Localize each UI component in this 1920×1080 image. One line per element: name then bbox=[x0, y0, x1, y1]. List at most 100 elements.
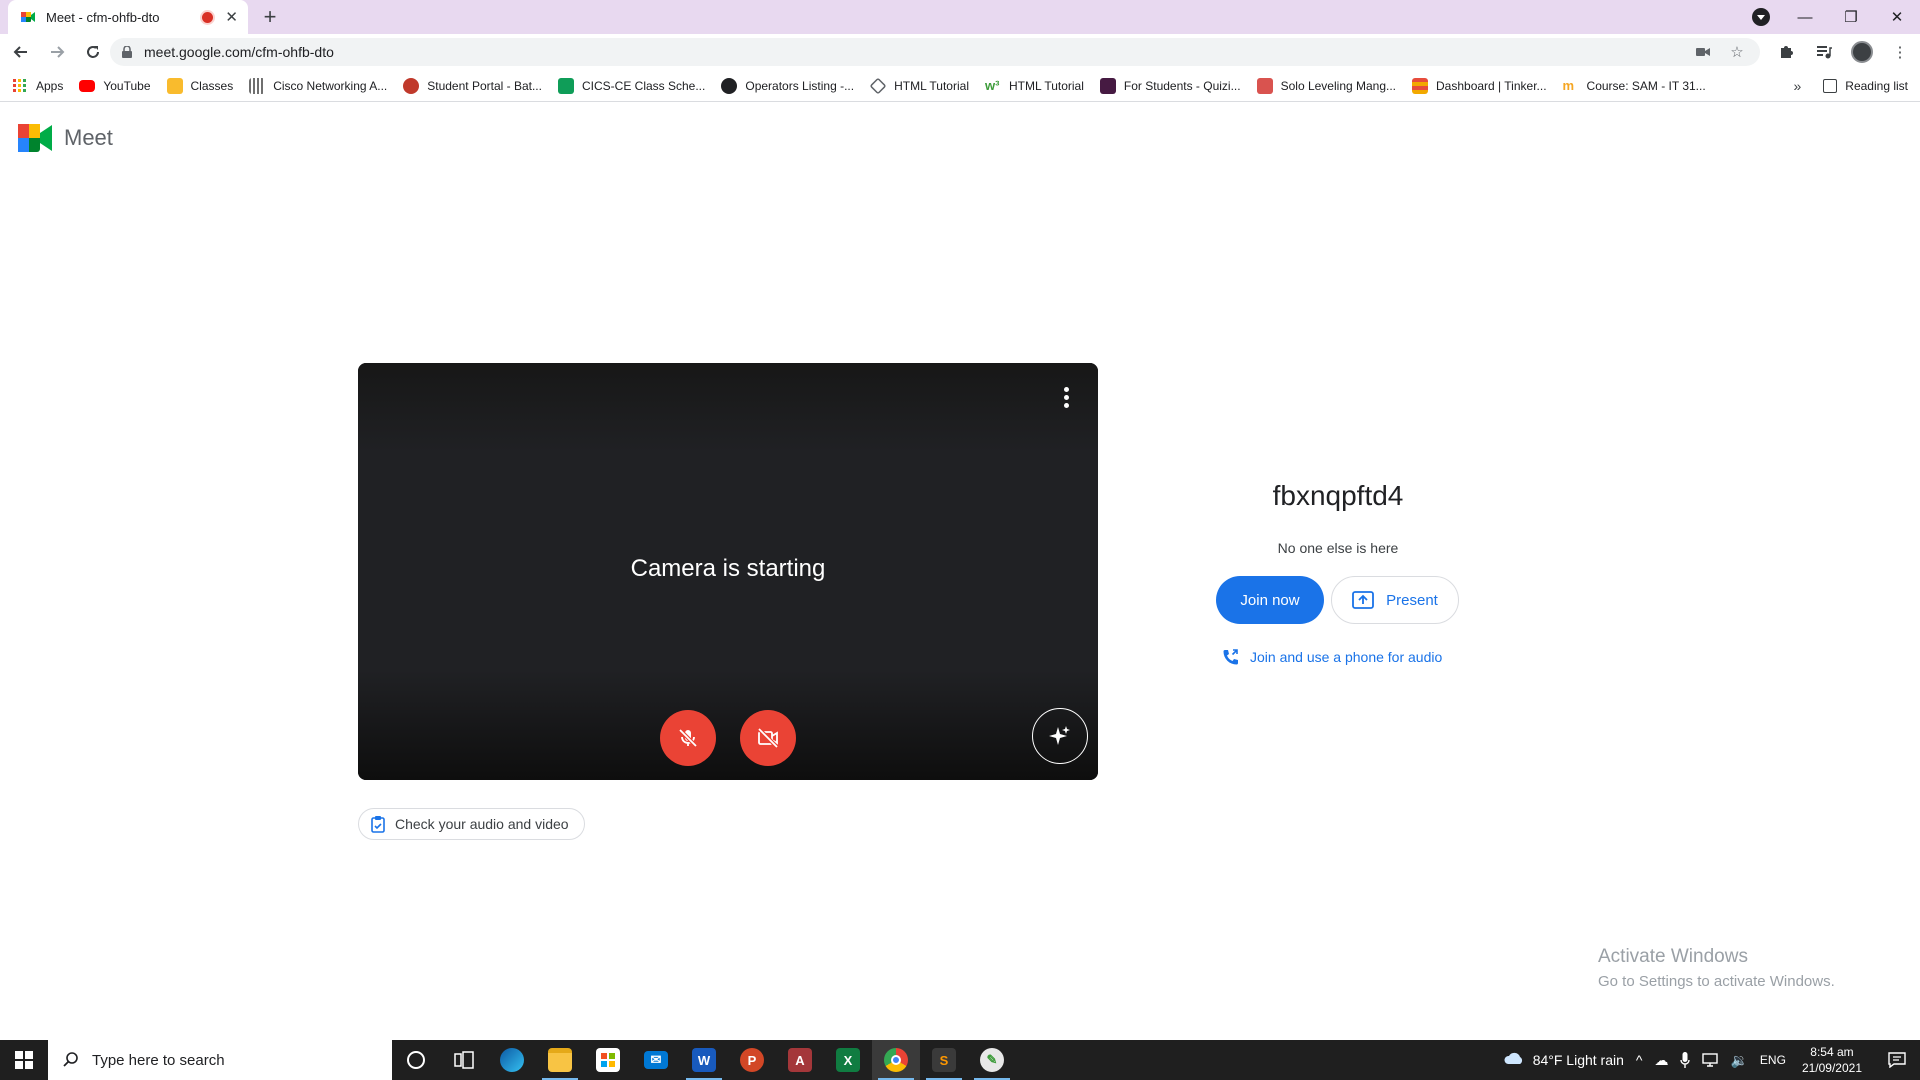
microphone-toggle-button[interactable] bbox=[660, 710, 716, 766]
bookmark-solo-leveling[interactable]: Solo Leveling Mang... bbox=[1256, 77, 1397, 94]
cortana-circle-icon bbox=[407, 1051, 425, 1069]
check-audio-video-button[interactable]: Check your audio and video bbox=[358, 808, 585, 840]
bookmark-star-icon[interactable]: ☆ bbox=[1726, 41, 1748, 63]
network-icon[interactable] bbox=[1702, 1053, 1719, 1067]
camera-toggle-button[interactable] bbox=[740, 710, 796, 766]
input-language[interactable]: ENG bbox=[1760, 1053, 1786, 1067]
bookmark-label: Apps bbox=[36, 78, 64, 93]
tab-close-icon[interactable]: ✕ bbox=[225, 8, 238, 26]
taskbar-edge[interactable] bbox=[488, 1040, 536, 1080]
present-screen-icon bbox=[1352, 591, 1375, 609]
volume-icon[interactable]: 🔉 bbox=[1730, 1052, 1747, 1069]
bookmark-quizizz[interactable]: For Students - Quizi... bbox=[1099, 77, 1241, 94]
bookmark-label: HTML Tutorial bbox=[1008, 78, 1084, 93]
show-hidden-icons-chevron-icon[interactable]: ^ bbox=[1636, 1052, 1643, 1068]
clock-date: 21/09/2021 bbox=[1801, 1061, 1862, 1075]
taskbar-sublime[interactable]: S bbox=[920, 1040, 968, 1080]
bookmark-apps[interactable]: Apps bbox=[12, 78, 63, 94]
close-window-button[interactable]: ✕ bbox=[1874, 8, 1920, 26]
cortana-button[interactable] bbox=[392, 1040, 440, 1080]
restore-button[interactable]: ❐ bbox=[1828, 8, 1874, 26]
taskbar-paint[interactable]: ✎ bbox=[968, 1040, 1016, 1080]
taskbar-file-explorer[interactable] bbox=[536, 1040, 584, 1080]
bookmark-cisco[interactable]: Cisco Networking A... bbox=[249, 77, 388, 94]
forward-button[interactable] bbox=[42, 37, 72, 67]
bookmark-label: Solo Leveling Mang... bbox=[1280, 78, 1397, 93]
phone-forward-icon bbox=[1223, 649, 1238, 665]
browser-tab[interactable]: Meet - cfm-ohfb-dto ✕ bbox=[8, 0, 248, 34]
action-center-button[interactable] bbox=[1874, 1040, 1920, 1080]
profile-avatar[interactable] bbox=[1850, 40, 1874, 64]
bookmark-label: Cisco Networking A... bbox=[273, 78, 388, 93]
taskbar-chrome[interactable] bbox=[872, 1040, 920, 1080]
visual-effects-button[interactable] bbox=[1032, 708, 1088, 764]
taskbar-store[interactable] bbox=[584, 1040, 632, 1080]
new-tab-button[interactable]: + bbox=[258, 5, 282, 29]
task-view-button[interactable] bbox=[440, 1040, 488, 1080]
bookmark-label: CICS-CE Class Sche... bbox=[581, 78, 706, 93]
present-button[interactable]: Present bbox=[1331, 576, 1459, 624]
taskbar-powerpoint[interactable]: P bbox=[728, 1040, 776, 1080]
bookmark-html-tutorial-2[interactable]: w³ HTML Tutorial bbox=[985, 78, 1084, 94]
taskbar-clock[interactable]: 8:54 am 21/09/2021 bbox=[1802, 1044, 1862, 1076]
google-sheets-icon bbox=[557, 77, 574, 94]
reading-list-button[interactable]: Reading list bbox=[1845, 79, 1908, 93]
taskbar-mail[interactable]: ✉ bbox=[632, 1040, 680, 1080]
chrome-menu-icon[interactable]: ⋮ bbox=[1888, 40, 1912, 64]
taskbar-search-box[interactable]: Type here to search bbox=[48, 1040, 392, 1080]
bookmark-tinkercad[interactable]: Dashboard | Tinker... bbox=[1412, 77, 1547, 94]
bookmark-cics-schedule[interactable]: CICS-CE Class Sche... bbox=[557, 77, 706, 94]
bookmark-classes[interactable]: Classes bbox=[166, 77, 234, 94]
reload-button[interactable] bbox=[78, 37, 108, 67]
bookmark-operators[interactable]: Operators Listing -... bbox=[721, 77, 855, 94]
tab-search-button[interactable] bbox=[1752, 8, 1770, 26]
windows-logo-icon bbox=[15, 1051, 33, 1069]
bookmark-label: Classes bbox=[190, 78, 234, 93]
paint-palette-icon: ✎ bbox=[980, 1048, 1004, 1072]
mail-envelope-icon: ✉ bbox=[644, 1051, 668, 1069]
university-seal-icon bbox=[403, 77, 420, 94]
more-options-icon[interactable] bbox=[1054, 385, 1078, 409]
bookmark-html-tutorial-1[interactable]: HTML Tutorial bbox=[869, 77, 969, 94]
extensions-puzzle-icon[interactable] bbox=[1774, 40, 1798, 64]
join-with-phone-link[interactable]: Join and use a phone for audio bbox=[1222, 648, 1442, 666]
meeting-name: fbxnqpftd4 bbox=[1272, 480, 1404, 511]
onedrive-icon[interactable]: ☁ bbox=[1654, 1052, 1668, 1069]
preview-bottom-shade bbox=[358, 670, 1098, 780]
bookmark-label: Operators Listing -... bbox=[745, 78, 855, 93]
window-controls: — ❐ ✕ bbox=[1782, 0, 1920, 34]
system-tray: 84°F Light rain ^ ☁ 🔉 ENG 8:54 am 21/09/… bbox=[1503, 1040, 1920, 1080]
bookmark-label: HTML Tutorial bbox=[894, 78, 969, 93]
reading-list-icon bbox=[1823, 79, 1838, 93]
camera-in-use-icon[interactable] bbox=[1692, 41, 1714, 63]
bookmark-label: Course: SAM - IT 31... bbox=[1586, 78, 1706, 93]
moodle-icon: m bbox=[1562, 77, 1575, 93]
more-bookmarks-chevron-icon[interactable]: » bbox=[1794, 78, 1802, 94]
bookmark-youtube[interactable]: YouTube bbox=[79, 79, 151, 93]
w3schools-icon: w³ bbox=[984, 77, 1000, 93]
taskbar-excel[interactable]: X bbox=[824, 1040, 872, 1080]
folder-icon bbox=[548, 1048, 572, 1072]
address-bar[interactable]: meet.google.com/cfm-ohfb-dto ☆ bbox=[110, 38, 1760, 66]
toolbar-actions: ⋮ bbox=[1774, 40, 1912, 64]
start-button[interactable] bbox=[0, 1040, 48, 1080]
meet-header: Meet bbox=[18, 124, 113, 152]
weather-widget[interactable]: 84°F Light rain bbox=[1503, 1052, 1624, 1068]
taskbar-access[interactable]: A bbox=[776, 1040, 824, 1080]
taskbar-word[interactable]: W bbox=[680, 1040, 728, 1080]
apps-grid-icon bbox=[13, 78, 26, 92]
clipboard-check-icon bbox=[371, 816, 385, 833]
google-meet-logo-icon bbox=[18, 124, 52, 152]
back-button[interactable] bbox=[6, 37, 36, 67]
bookmark-course-sam[interactable]: m Course: SAM - IT 31... bbox=[1563, 78, 1706, 94]
microphone-tray-icon[interactable] bbox=[1680, 1052, 1691, 1068]
weather-text: 84°F Light rain bbox=[1532, 1052, 1624, 1068]
media-controls-icon[interactable] bbox=[1812, 40, 1836, 64]
browser-toolbar: meet.google.com/cfm-ohfb-dto ☆ ⋮ bbox=[0, 34, 1920, 70]
bookmark-label: For Students - Quizi... bbox=[1123, 78, 1241, 93]
mic-off-icon bbox=[678, 728, 698, 748]
bookmark-student-portal[interactable]: Student Portal - Bat... bbox=[403, 77, 542, 94]
preview-top-shade bbox=[358, 363, 1098, 453]
join-now-button[interactable]: Join now bbox=[1216, 576, 1324, 624]
minimize-button[interactable]: — bbox=[1782, 9, 1828, 26]
